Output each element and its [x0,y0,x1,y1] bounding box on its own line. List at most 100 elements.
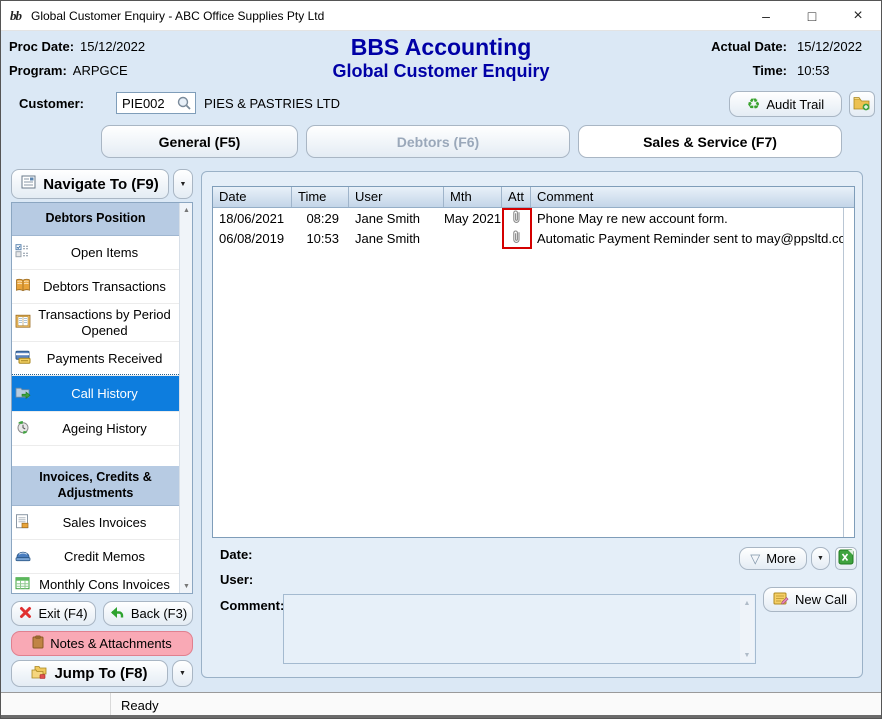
window-title: Global Customer Enquiry - ABC Office Sup… [31,9,324,23]
column-header-time[interactable]: Time [292,187,349,207]
sidebar-item-label: Monthly Cons Invoices [39,577,170,593]
sidebar-item-label: Ageing History [62,421,147,437]
call-history-panel: Date Time User Mth Att Comment 18/06/202… [201,171,863,678]
sidebar-item-sales-invoices[interactable]: Sales Invoices [12,506,179,540]
sidebar-item-transactions-by-period[interactable]: Transactions by Period Opened [12,304,179,342]
book-icon [15,278,31,296]
comment-textarea[interactable]: ▲ ▼ [283,594,756,664]
new-call-button[interactable]: New Call [763,587,857,612]
jump-to-button[interactable]: Jump To (F8) [11,660,168,687]
sidebar-group-debtors-position: Debtors Position [12,203,179,236]
navigate-to-button[interactable]: Navigate To (F9) [11,169,169,199]
actual-date-label: Actual Date: [711,39,787,54]
checklist-icon [15,243,30,262]
export-excel-button[interactable] [835,547,857,570]
time-label: Time: [753,63,787,78]
navigate-dropdown-button[interactable]: ▼ [173,169,193,199]
status-text: Ready [121,698,159,713]
column-header-user[interactable]: User [349,187,444,207]
scroll-up-icon[interactable]: ▲ [180,203,193,217]
tab-debtors-label: Debtors (F6) [397,134,479,150]
sidebar-item-monthly-cons-invoices[interactable]: Monthly Cons Invoices [12,574,179,593]
ledger-icon [15,314,31,332]
customer-code-value: PIE002 [122,96,165,111]
table-row[interactable]: 18/06/2021 08:29 Jane Smith May 2021 Pho… [213,208,854,228]
back-button[interactable]: Back (F3) [103,601,193,626]
back-arrow-icon [109,606,125,622]
sidebar-item-label: Payments Received [47,351,163,367]
minimize-button[interactable]: – [743,1,789,31]
sidebar-item-label: Credit Memos [64,549,145,565]
search-icon[interactable] [176,95,193,115]
table-row[interactable]: 06/08/2019 10:53 Jane Smith Automatic Pa… [213,228,854,248]
recycle-icon: ♻ [747,97,760,112]
actual-date-row: Actual Date: 15/12/2022 [711,39,873,54]
credit-memo-icon [15,548,31,565]
exit-button[interactable]: Exit (F4) [11,601,96,626]
audit-trail-button[interactable]: ♻ Audit Trail [729,91,842,117]
maximize-button[interactable]: □ [789,1,835,31]
tab-general-label: General (F5) [159,134,241,150]
cell-user[interactable]: Jane Smith [349,211,444,226]
customer-code-input[interactable]: PIE002 [116,92,196,114]
cell-comment[interactable]: Phone May re new account form. [531,211,854,226]
column-header-mth[interactable]: Mth [444,187,502,207]
cell-user[interactable]: Jane Smith [349,231,444,246]
chevron-down-icon: ▼ [817,555,824,562]
customer-label: Customer: [19,96,84,111]
window-bottom-edge [1,715,881,718]
cell-date[interactable]: 18/06/2021 [213,211,292,226]
scroll-up-icon[interactable]: ▲ [740,596,754,610]
cell-time[interactable]: 08:29 [292,211,349,226]
notes-attachments-button[interactable]: Notes & Attachments [11,631,193,656]
column-header-comment[interactable]: Comment [531,187,854,207]
folder-add-icon [853,95,871,114]
paperclip-icon[interactable] [512,229,521,247]
sidebar-item-debtors-transactions[interactable]: Debtors Transactions [12,270,179,304]
column-header-att[interactable]: Att [502,187,531,207]
clipboard-icon [32,635,44,652]
scroll-down-icon[interactable]: ▼ [740,648,754,662]
table-header-row: Date Time User Mth Att Comment [213,187,854,208]
sidebar-item-label: Open Items [71,245,138,261]
exit-label: Exit (F4) [38,606,87,621]
table-scrollbar-track[interactable] [843,208,854,537]
cell-att[interactable] [502,209,531,227]
scroll-down-icon[interactable]: ▼ [180,579,193,593]
sidebar-item-label: Call History [71,386,137,402]
sidebar-item-credit-memos[interactable]: Credit Memos [12,540,179,574]
cell-time[interactable]: 10:53 [292,231,349,246]
tab-sales-service[interactable]: Sales & Service (F7) [578,125,842,158]
sidebar-item-call-history[interactable]: Call History [12,376,179,412]
more-dropdown-button[interactable]: ▼ [811,547,830,570]
sidebar-item-label: Sales Invoices [63,515,147,531]
textarea-scrollbar[interactable]: ▲ ▼ [740,596,754,662]
sidebar-nav-list: Debtors Position Open Items [11,202,193,594]
note-pencil-icon [773,591,789,609]
time-value: 10:53 [797,63,873,78]
exit-x-icon [19,606,32,622]
jump-to-dropdown-button[interactable]: ▼ [172,660,193,687]
tab-sales-service-label: Sales & Service (F7) [643,134,777,150]
sidebar-item-ageing-history[interactable]: Ageing History [12,412,179,446]
more-button[interactable]: ▽ More [739,547,807,570]
navigate-icon [21,175,37,193]
column-header-date[interactable]: Date [213,187,292,207]
excel-icon [838,549,854,568]
invoice-icon [15,513,30,532]
sidebar-scrollbar[interactable]: ▲ ▼ [179,203,192,593]
tab-debtors[interactable]: Debtors (F6) [306,125,570,158]
cell-date[interactable]: 06/08/2019 [213,231,292,246]
ageing-clock-icon [15,419,30,438]
tab-general[interactable]: General (F5) [101,125,298,158]
cell-comment[interactable]: Automatic Payment Reminder sent to may@p… [531,231,854,246]
sidebar-item-payments-received[interactable]: Payments Received [12,342,179,376]
cell-mth[interactable]: May 2021 [444,211,502,226]
close-button[interactable]: × [835,1,881,31]
add-folder-button[interactable] [849,91,875,117]
time-row: Time: 10:53 [753,63,873,78]
detail-date-label: Date: [220,547,253,562]
paperclip-icon[interactable] [512,209,521,227]
sidebar-item-open-items[interactable]: Open Items [12,236,179,270]
cell-att[interactable] [502,229,531,247]
